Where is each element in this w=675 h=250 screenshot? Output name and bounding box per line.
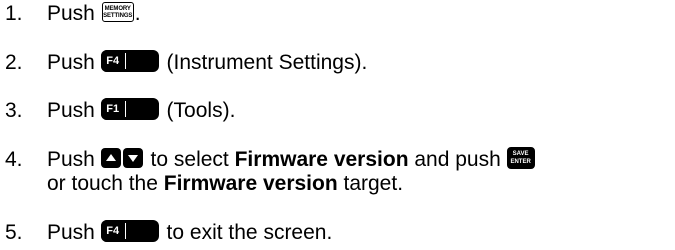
step-number: 1. xyxy=(5,2,23,25)
f4-key-icon: F4 xyxy=(100,50,159,73)
push-word: Push xyxy=(47,51,95,74)
step-4-line-2: or touch the Firmware version target. xyxy=(47,172,403,196)
f1-key-icon: F1 xyxy=(100,98,159,121)
f4-key-icon: F4 xyxy=(100,220,159,243)
fkey-label: F4 xyxy=(100,220,125,243)
up-arrow-icon xyxy=(100,148,121,169)
memory-settings-key-icon: MEMORY SETTINGS xyxy=(101,2,134,23)
push-word: Push xyxy=(47,2,95,25)
key-line-1: SAVE xyxy=(512,151,529,158)
step-suffix: (Instrument Settings). xyxy=(160,51,368,74)
firmware-version-target-label: Firmware version xyxy=(163,172,338,195)
step-number: 2. xyxy=(5,51,23,74)
key-line-1: MEMORY xyxy=(104,6,131,13)
step-suffix: . xyxy=(134,2,141,25)
firmware-version-label: Firmware version xyxy=(234,148,409,171)
line2-post: target. xyxy=(337,172,404,195)
step-suffix: (Tools). xyxy=(160,99,236,122)
step-suffix: to exit the screen. xyxy=(160,221,333,244)
step-number: 3. xyxy=(5,99,23,122)
step-mid-1: to select xyxy=(144,148,235,171)
step-text: Push F4 (Instrument Settings). xyxy=(47,50,675,75)
step-mid-2: and push xyxy=(408,148,507,171)
fkey-label: F1 xyxy=(100,98,125,121)
save-enter-key-icon: SAVE ENTER xyxy=(506,147,535,170)
key-line-2: ENTER xyxy=(510,159,531,166)
step-text: Push F4 to exit the screen. xyxy=(47,220,675,245)
push-word: Push xyxy=(47,221,95,244)
step-text: Push F1 (Tools). xyxy=(47,98,675,123)
step-text: Push MEMORY SETTINGS. xyxy=(47,2,675,26)
step-number: 4. xyxy=(5,148,23,171)
step-text: Push to select Firmware version and push… xyxy=(47,147,675,172)
step-number: 5. xyxy=(5,221,23,244)
key-line-2: SETTINGS xyxy=(103,13,133,20)
fkey-label: F4 xyxy=(100,50,125,73)
down-arrow-icon xyxy=(122,148,143,169)
push-word: Push xyxy=(47,99,95,122)
line2-pre: or touch the xyxy=(47,172,164,195)
push-word: Push xyxy=(47,148,95,171)
